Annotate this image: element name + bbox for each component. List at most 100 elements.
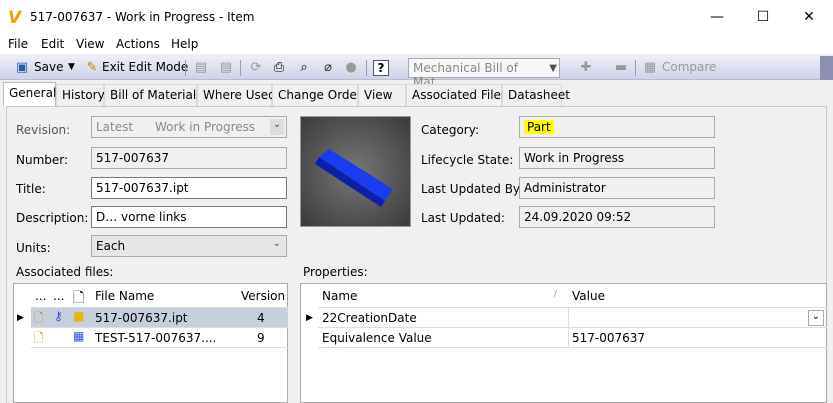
close-button[interactable]: ✕ xyxy=(786,4,832,30)
compare-icon[interactable]: ▦ xyxy=(642,60,658,76)
chevron-down-icon: ⌄ xyxy=(272,238,281,249)
linked-file-icon: 🗋 xyxy=(34,311,44,325)
vault-logo-icon: V xyxy=(8,8,22,28)
key-icon: ⚷ xyxy=(54,309,63,323)
units-value: Each xyxy=(96,239,126,253)
grid-header: ... ... 🗋 File Name Version xyxy=(31,284,288,308)
revision-value: Latest xyxy=(96,120,134,134)
add-icon[interactable]: ✚ xyxy=(578,60,594,76)
category-value: Part xyxy=(524,120,554,134)
units-dropdown[interactable]: Each ⌄ xyxy=(91,235,287,257)
chevron-down-icon: ▼ xyxy=(549,63,557,74)
title-input[interactable]: 517-007637.ipt xyxy=(91,177,287,199)
tab-datasheet[interactable]: Datasheet xyxy=(502,84,570,106)
minimize-button[interactable]: — xyxy=(694,4,740,30)
tab-bill-of-materials[interactable]: Bill of Materials xyxy=(104,84,202,106)
item-thumbnail xyxy=(300,116,411,227)
description-label: Description: xyxy=(16,211,89,225)
tab-associated-files[interactable]: Associated Files xyxy=(406,84,507,106)
remove-icon[interactable]: ▬ xyxy=(613,60,629,76)
print-preview-icon[interactable]: ⌕ xyxy=(296,60,312,76)
description-input[interactable]: D… vorne links xyxy=(91,206,287,228)
part-file-icon: ■ xyxy=(73,309,85,323)
copy-icon[interactable]: ▤ xyxy=(193,60,209,76)
file-version: 4 xyxy=(257,311,265,325)
separator xyxy=(240,60,241,76)
property-name: 22CreationDate xyxy=(322,311,417,325)
save-dropdown-icon[interactable]: ▼ xyxy=(68,62,75,72)
table-row[interactable]: Equivalence Value 517-007637 xyxy=(318,328,827,348)
column-header-file-name[interactable]: File Name xyxy=(95,289,154,303)
edit-properties-icon[interactable]: ▤ xyxy=(218,60,234,76)
title-bar: V 517-007637 - Work in Progress - Item —… xyxy=(0,0,833,34)
property-name: Equivalence Value xyxy=(322,331,432,345)
window-title: 517-007637 - Work in Progress - Item xyxy=(30,10,255,24)
linked-file-icon: 🗋 xyxy=(34,331,44,345)
exit-edit-mode-button[interactable]: Exit Edit Mode xyxy=(102,60,188,74)
attachment-icon[interactable]: ⌀ xyxy=(320,60,336,76)
updated-label: Last Updated: xyxy=(421,211,505,225)
compare-button[interactable]: Compare xyxy=(662,60,716,74)
sort-icon: / xyxy=(554,289,558,299)
number-field[interactable]: 517-007637 xyxy=(91,147,287,169)
separator xyxy=(366,60,367,76)
category-field: Part xyxy=(519,116,715,138)
menu-actions[interactable]: Actions xyxy=(116,37,160,51)
tab-where-used[interactable]: Where Used xyxy=(197,84,276,106)
separator xyxy=(635,60,636,76)
menu-bar: File Edit View Actions Help xyxy=(0,34,833,54)
updated-field: 24.09.2020 09:52 xyxy=(519,206,715,228)
divider xyxy=(568,308,569,328)
number-label: Number: xyxy=(16,153,69,167)
refresh-icon[interactable]: ⟳ xyxy=(248,60,264,76)
divider xyxy=(568,328,569,348)
menu-file[interactable]: File xyxy=(8,37,28,51)
table-row[interactable]: 🗋 ⚷ ■ 517-007637.ipt 4 xyxy=(31,308,288,328)
menu-help[interactable]: Help xyxy=(171,37,198,51)
part-preview-image xyxy=(315,149,393,207)
column-header-value[interactable]: Value xyxy=(572,289,605,303)
help-button[interactable]: ? xyxy=(373,60,389,76)
associated-files-grid: ... ... 🗋 File Name Version ▶ 🗋 ⚷ ■ 517-… xyxy=(13,283,288,403)
chevron-down-icon: ⌄ xyxy=(270,119,284,135)
chevron-down-icon[interactable]: ⌄ xyxy=(808,310,824,326)
updated-by-label: Last Updated By: xyxy=(421,182,524,196)
property-value[interactable]: 517-007637 xyxy=(572,331,645,345)
revision-dropdown[interactable]: Latest Work in Progress ⌄ xyxy=(91,116,287,138)
pencil-icon: ✎ xyxy=(86,60,98,75)
tab-general[interactable]: General xyxy=(3,82,56,106)
find-icon[interactable]: ● xyxy=(343,60,359,76)
menu-edit[interactable]: Edit xyxy=(41,37,64,51)
toolbar-overflow-button[interactable] xyxy=(820,56,833,80)
save-icon[interactable]: ▣ xyxy=(14,60,30,76)
save-button[interactable]: Save xyxy=(34,60,63,74)
menu-view[interactable]: View xyxy=(76,37,104,51)
column-header[interactable]: ... xyxy=(35,289,46,303)
row-pointer-icon: ▶ xyxy=(17,313,24,323)
tab-view[interactable]: View xyxy=(358,84,406,106)
tab-change-order[interactable]: Change Order xyxy=(272,84,362,106)
revision-state: Work in Progress xyxy=(155,120,256,134)
row-pointer-icon: ▶ xyxy=(306,313,313,323)
print-icon[interactable]: ⎙ xyxy=(271,60,287,76)
file-version: 9 xyxy=(257,331,265,345)
maximize-button[interactable]: ☐ xyxy=(740,4,786,30)
column-header-name[interactable]: Name xyxy=(322,289,357,303)
column-header[interactable]: ... xyxy=(53,289,64,303)
lifecycle-label: Lifecycle State: xyxy=(421,153,514,167)
file-name: 517-007637.ipt xyxy=(95,311,188,325)
title-label: Title: xyxy=(16,182,46,196)
units-label: Units: xyxy=(16,241,51,255)
properties-grid: Name / Value ▶ 22CreationDate ⌄ Equivale… xyxy=(300,283,827,403)
table-row[interactable]: 🗋 ▦ TEST-517-007637.... 9 xyxy=(31,328,288,348)
tab-history[interactable]: History xyxy=(56,84,105,106)
revision-label: Revision: xyxy=(16,123,71,137)
table-row[interactable]: 22CreationDate ⌄ xyxy=(318,308,827,328)
column-header-version[interactable]: Version xyxy=(241,289,285,303)
bom-view-dropdown[interactable]: Mechanical Bill of Mat... ▼ xyxy=(408,58,560,89)
grid-header: Name / Value xyxy=(318,284,827,308)
updated-by-field: Administrator xyxy=(519,177,715,199)
file-name: TEST-517-007637.... xyxy=(95,331,215,345)
separator xyxy=(185,60,186,76)
associated-files-label: Associated files: xyxy=(16,265,114,279)
